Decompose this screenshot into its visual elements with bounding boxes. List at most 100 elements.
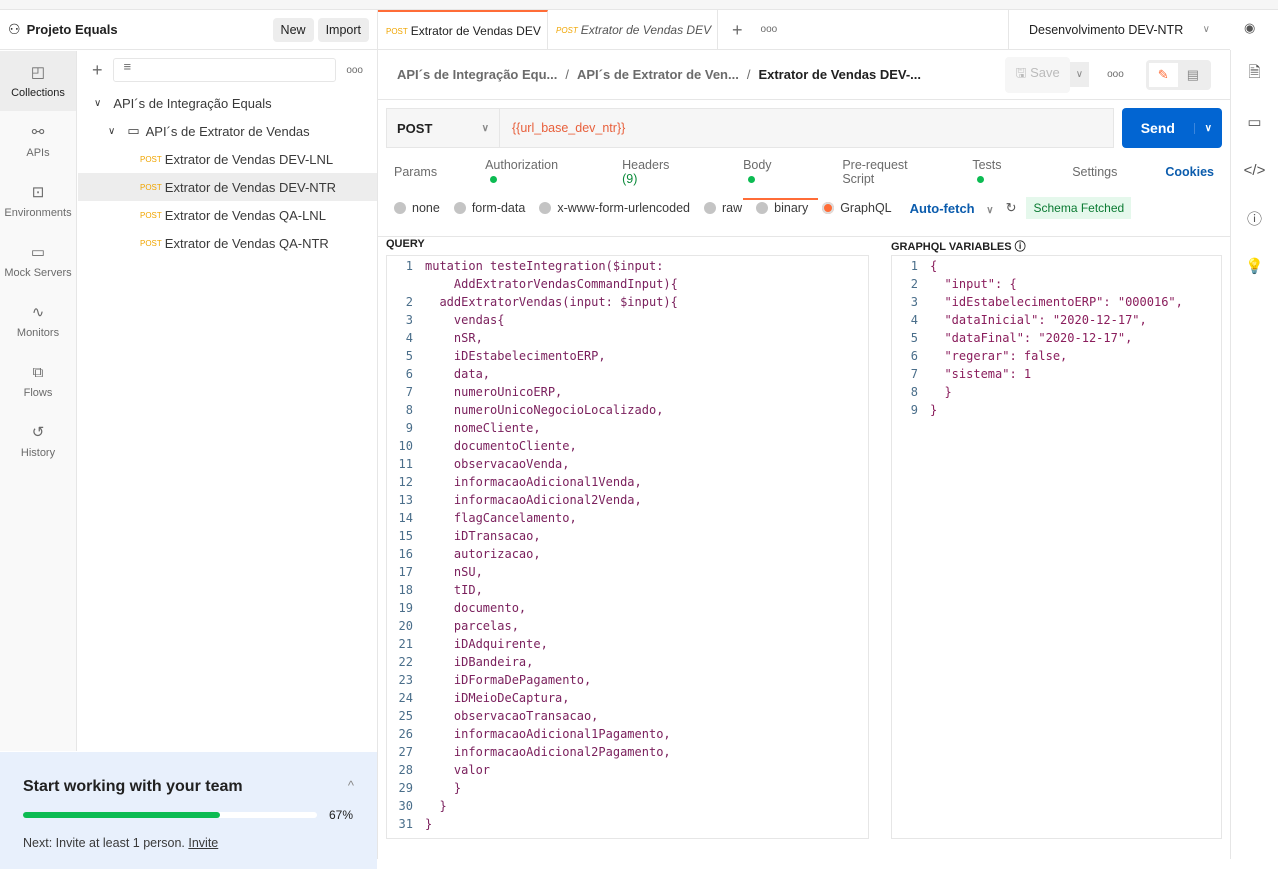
collections-icon: ◰ [30,64,46,81]
sidebar-item-collections[interactable]: ◰ Collections [0,51,76,111]
mock-servers-icon: ▭ [30,244,46,261]
comments-icon[interactable]: ▤ [1178,63,1208,87]
sidebar-item-environments[interactable]: ⊡ Environments [0,171,76,231]
body-type-raw[interactable]: raw [704,201,742,215]
tab-tests[interactable]: Tests [972,158,1048,186]
body-type-none[interactable]: none [394,201,440,215]
request-item[interactable]: POST Extrator de Vendas QA-NTR [78,229,377,257]
breadcrumb-folder[interactable]: API´s de Extrator de Ven... [577,67,739,82]
url-input[interactable]: {{url_base_dev_ntr}} [500,108,1114,148]
query-editor[interactable]: 1 mutation testeIntegration($input: AddEx… [386,255,869,839]
request-item[interactable]: POST Extrator de Vendas QA-LNL [78,201,377,229]
code-line: 4 "dataInicial": "2020-12-17", [910,313,1147,327]
sidebar-item-flows[interactable]: ⧉ Flows [0,351,76,411]
new-tab-icon[interactable]: + [718,10,757,49]
left-panel: ⚇ Projeto Equals New Import ◰ Collections… [0,10,378,869]
import-button[interactable]: Import [317,17,369,42]
code-line: 9} [910,403,938,417]
code-line: 21 iDAdquirente, [398,637,548,651]
code-line: 23 iDFormaDePagamento, [398,673,592,687]
body-type-binary[interactable]: binary [756,201,808,215]
request-item[interactable]: POST Extrator de Vendas DEV-LNL [78,145,377,173]
comments-icon[interactable]: ▭ [1247,98,1261,146]
code-line: 4 nSR, [405,331,483,345]
sidebar-item-apis[interactable]: ⚯ APIs [0,111,76,171]
tab-authorization[interactable]: Authorization [485,158,598,186]
breadcrumb-collection[interactable]: API´s de Integração Equ... [397,67,557,82]
save-button[interactable]: 🖫 Save [1005,56,1070,93]
method-select[interactable]: POST ∨ [386,108,500,148]
tab-headers[interactable]: Headers (9) [622,158,719,186]
collapse-icon[interactable]: ^ [348,778,354,796]
filter-input[interactable]: ≡ [112,58,337,82]
code-line: 17 nSU, [398,565,483,579]
save-dropdown[interactable]: ∨ [1069,62,1090,87]
workspace-title[interactable]: Projeto Equals [27,22,269,37]
new-button[interactable]: New [272,17,314,42]
code-line: 2 "input": { [910,277,1017,291]
code-line: 3 "idEstabelecimentoERP": "000016", [910,295,1183,309]
code-line: 3 vendas{ [405,313,505,327]
status-dot [977,176,985,184]
next-step-text: Next: Invite at least 1 person. [23,836,185,850]
tab-settings[interactable]: Settings [1072,165,1141,179]
apis-icon: ⚯ [31,124,45,141]
request-tab-active[interactable]: POST Extrator de Vendas DEV [378,10,548,50]
body-type-graphql[interactable]: GraphQL [822,201,892,215]
body-type-form-data[interactable]: form-data [453,201,525,215]
info-icon[interactable]: ⓘ [1015,241,1026,253]
monitors-icon: ∿ [31,304,45,321]
request-tab[interactable]: POST Extrator de Vendas DEV [548,10,718,50]
more-icon[interactable]: ooo [1107,69,1124,80]
sidebar-item-mock-servers[interactable]: ▭ Mock Servers [0,231,76,291]
tab-params[interactable]: Params [394,165,461,179]
request-item[interactable]: POST Extrator de Vendas DEV-NTR [78,173,377,201]
code-line: 14 flagCancelamento, [398,511,577,525]
code-line: 2 addExtratorVendas(input: $input){ [405,295,678,309]
team-onboarding-card: Start working with your team ^ 67% Next:… [0,752,377,869]
info-icon[interactable]: ⓘ [1247,194,1262,242]
environment-select[interactable]: Desenvolvimento DEV-NTR ∨ [1008,10,1230,49]
body-type-x-www-form-urlencoded[interactable]: x-www-form-urlencoded [539,201,690,215]
flows-icon: ⧉ [32,363,44,381]
send-button[interactable]: Send ∨ [1122,108,1222,148]
add-icon[interactable]: + [92,60,103,81]
code-line: 9 nomeCliente, [405,421,541,435]
tabs-more-icon[interactable]: ooo [757,10,782,49]
code-line: AddExtratorVendasCommandInput){ [425,277,678,291]
code-line: 1{ [910,259,938,273]
code-icon[interactable]: </> [1244,146,1266,194]
sidebar-item-history[interactable]: ↺ History [0,411,76,471]
eye-icon[interactable]: ◉ [1244,20,1255,36]
auto-fetch-select[interactable]: Auto-fetch ∨ [910,201,994,216]
code-line: 11 observacaoVenda, [398,457,570,471]
code-line: 30 } [398,799,447,813]
sidebar-item-monitors[interactable]: ∿ Monitors [0,291,76,351]
code-line: 7 numeroUnicoERP, [405,385,563,399]
cookies-link[interactable]: Cookies [1165,165,1214,179]
variables-label: GRAPHQL VARIABLES [891,241,1012,253]
invite-link[interactable]: Invite [188,836,218,850]
code-line: 1 mutation testeIntegration($input: [405,259,664,273]
lightbulb-icon[interactable]: 💡 [1245,242,1264,290]
more-icon[interactable]: ooo [346,65,363,76]
progress-label: 67% [329,808,354,822]
folder-item[interactable]: ∨ ▭ API´s de Extrator de Vendas [78,117,377,145]
code-line: 25 observacaoTransacao, [398,709,599,723]
edit-icon[interactable]: ✎ [1148,62,1178,87]
code-line: 28 valor [398,763,491,777]
tab-body[interactable]: Body [743,144,819,200]
code-line: 5 "dataFinal": "2020-12-17", [910,331,1133,345]
code-line: 26 informacaoAdicional1Pagamento, [398,727,671,741]
documentation-icon[interactable]: 🗎 [1248,50,1260,98]
variables-editor[interactable]: 1{ 2 "input": { 3 "idEstabelecimentoERP": … [891,255,1222,839]
breadcrumb-request: Extrator de Vendas DEV-... [758,67,922,82]
folder-icon: ▭ [127,123,140,138]
right-rail: 🗎 ▭ </> ⓘ 💡 [1230,50,1278,859]
title-bar [0,0,1278,10]
collection-item[interactable]: ∨ API´s de Integração Equals [78,89,377,117]
main-panel: POST Extrator de Vendas DEV POST Extrator … [378,10,1230,859]
code-line: 18 tID, [398,583,483,597]
refresh-icon[interactable]: ↻ [1006,200,1017,216]
tab-pre-request-script[interactable]: Pre-request Script [842,158,948,186]
